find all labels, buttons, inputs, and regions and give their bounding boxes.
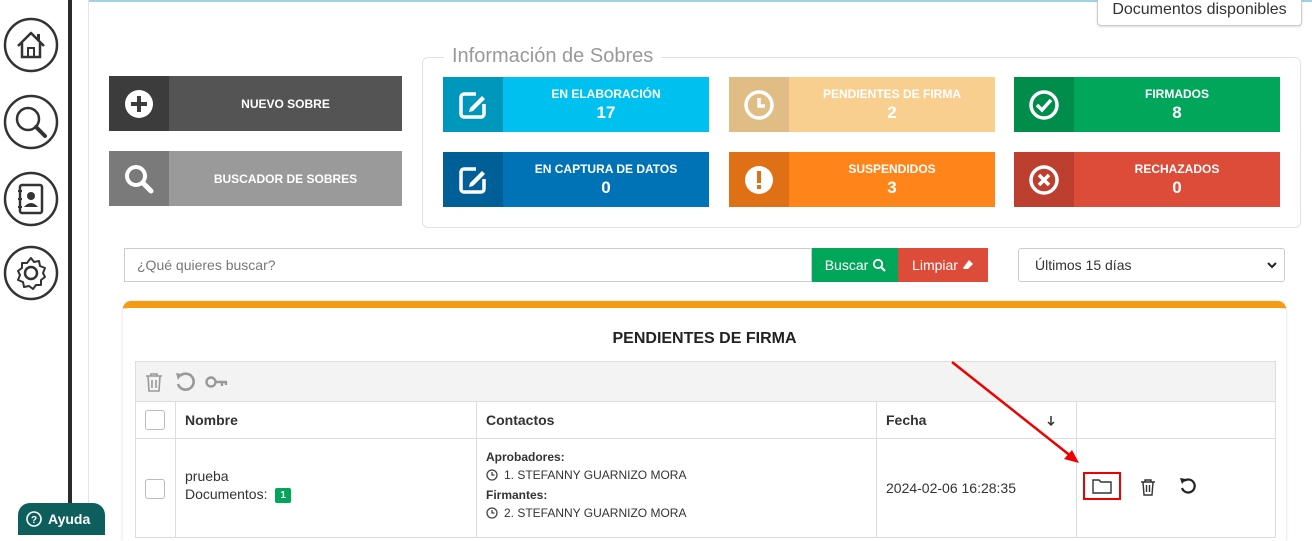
tile-rechazados[interactable]: RECHAZADOS 0 xyxy=(1014,152,1280,207)
clock-icon xyxy=(744,89,774,120)
envelope-search-button[interactable]: BUSCADOR DE SOBRES xyxy=(109,151,402,206)
tile-title: EN CAPTURA DE DATOS xyxy=(534,161,678,176)
exclamation-icon xyxy=(745,165,773,194)
plus-circle-icon xyxy=(125,89,153,118)
open-folder-button[interactable] xyxy=(1083,472,1121,500)
new-envelope-label: NUEVO SOBRE xyxy=(169,76,402,131)
search-icon xyxy=(873,258,887,272)
undo-icon[interactable] xyxy=(1178,476,1198,496)
key-icon[interactable] xyxy=(205,374,229,390)
column-header-actions xyxy=(1077,402,1277,438)
clock-icon xyxy=(486,507,498,519)
contacts-icon[interactable] xyxy=(3,171,59,227)
tile-pendientes-de-firma[interactable]: PENDIENTES DE FIRMA 2 xyxy=(729,77,995,132)
content-divider xyxy=(88,0,89,533)
table-header: Nombre Contactos Fecha xyxy=(135,401,1276,439)
search-button[interactable]: Buscar xyxy=(812,248,899,282)
x-circle-icon xyxy=(1029,164,1059,195)
undo-icon[interactable] xyxy=(173,370,197,394)
folder-icon xyxy=(1092,479,1112,494)
search-input[interactable]: ¿Qué quieres buscar? xyxy=(124,248,812,282)
row-checkbox[interactable] xyxy=(145,479,165,499)
search-icon xyxy=(125,164,154,193)
signer-name: 2. STEFANNY GUARNIZO MORA xyxy=(504,506,687,520)
column-header-fecha-label: Fecha xyxy=(886,412,927,428)
clear-button-label: Limpiar xyxy=(912,257,958,273)
tile-title: SUSPENDIDOS xyxy=(848,161,936,176)
home-icon[interactable] xyxy=(3,17,59,73)
check-circle-icon xyxy=(1029,89,1059,120)
search-icon[interactable] xyxy=(3,94,59,150)
clear-button[interactable]: Limpiar xyxy=(898,248,988,282)
tile-suspendidos[interactable]: SUSPENDIDOS 3 xyxy=(729,152,995,207)
tile-count: 2 xyxy=(887,102,897,122)
envelope-search-label: BUSCADOR DE SOBRES xyxy=(169,151,402,206)
envelope-info-legend: Información de Sobres xyxy=(444,45,662,68)
approver-name: 1. STEFANNY GUARNIZO MORA xyxy=(504,468,687,482)
date-range-select[interactable]: Últimos 15 días xyxy=(1018,248,1285,282)
column-header-nombre[interactable]: Nombre xyxy=(176,402,477,438)
new-envelope-button[interactable]: NUEVO SOBRE xyxy=(109,76,402,131)
delete-row-icon[interactable] xyxy=(1138,477,1158,497)
gear-icon[interactable] xyxy=(3,245,59,301)
tile-count: 0 xyxy=(1172,177,1182,197)
column-header-contactos[interactable]: Contactos xyxy=(477,402,877,438)
panel-title: PENDIENTES DE FIRMA xyxy=(612,330,797,347)
trash-icon[interactable] xyxy=(143,371,165,393)
tile-en-captura-de-datos[interactable]: EN CAPTURA DE DATOS 0 xyxy=(443,152,709,207)
signers-label: Firmantes: xyxy=(486,488,548,502)
date-range-value: Últimos 15 días xyxy=(1035,257,1132,273)
tile-firmados[interactable]: FIRMADOS 8 xyxy=(1014,77,1280,132)
eraser-icon xyxy=(962,260,973,269)
envelope-name[interactable]: prueba xyxy=(185,468,476,484)
help-label: Ayuda xyxy=(48,511,91,527)
tile-title: PENDIENTES DE FIRMA xyxy=(822,86,961,101)
annotation-arrow xyxy=(951,361,1079,463)
sidebar-divider xyxy=(68,0,72,533)
table-toolbar xyxy=(135,361,1276,402)
tile-title: FIRMADOS xyxy=(1145,86,1209,101)
edit-icon xyxy=(459,166,486,194)
chevron-down-icon xyxy=(1267,262,1277,269)
documents-count-badge[interactable]: 1 xyxy=(275,487,291,503)
approvers-label: Aprobadores: xyxy=(486,450,565,464)
tile-title: EN ELABORACIÓN xyxy=(551,86,661,101)
tile-count: 17 xyxy=(596,102,616,122)
tile-count: 8 xyxy=(1172,102,1182,122)
clock-icon xyxy=(486,469,498,481)
svg-text:?: ? xyxy=(31,515,37,526)
edit-icon xyxy=(459,91,486,119)
tile-title: RECHAZADOS xyxy=(1134,161,1220,176)
tile-en-elaboracion[interactable]: EN ELABORACIÓN 17 xyxy=(443,77,709,132)
sidebar xyxy=(0,0,72,533)
question-circle-icon: ? xyxy=(26,511,42,527)
documents-label: Documentos: xyxy=(185,486,268,502)
select-all-checkbox[interactable] xyxy=(145,410,165,430)
search-button-label: Buscar xyxy=(824,257,869,273)
documents-available-button[interactable]: Documentos disponibles xyxy=(1097,0,1302,26)
tile-count: 3 xyxy=(887,177,897,197)
tile-count: 0 xyxy=(601,177,611,197)
help-button[interactable]: ? Ayuda xyxy=(18,503,105,535)
